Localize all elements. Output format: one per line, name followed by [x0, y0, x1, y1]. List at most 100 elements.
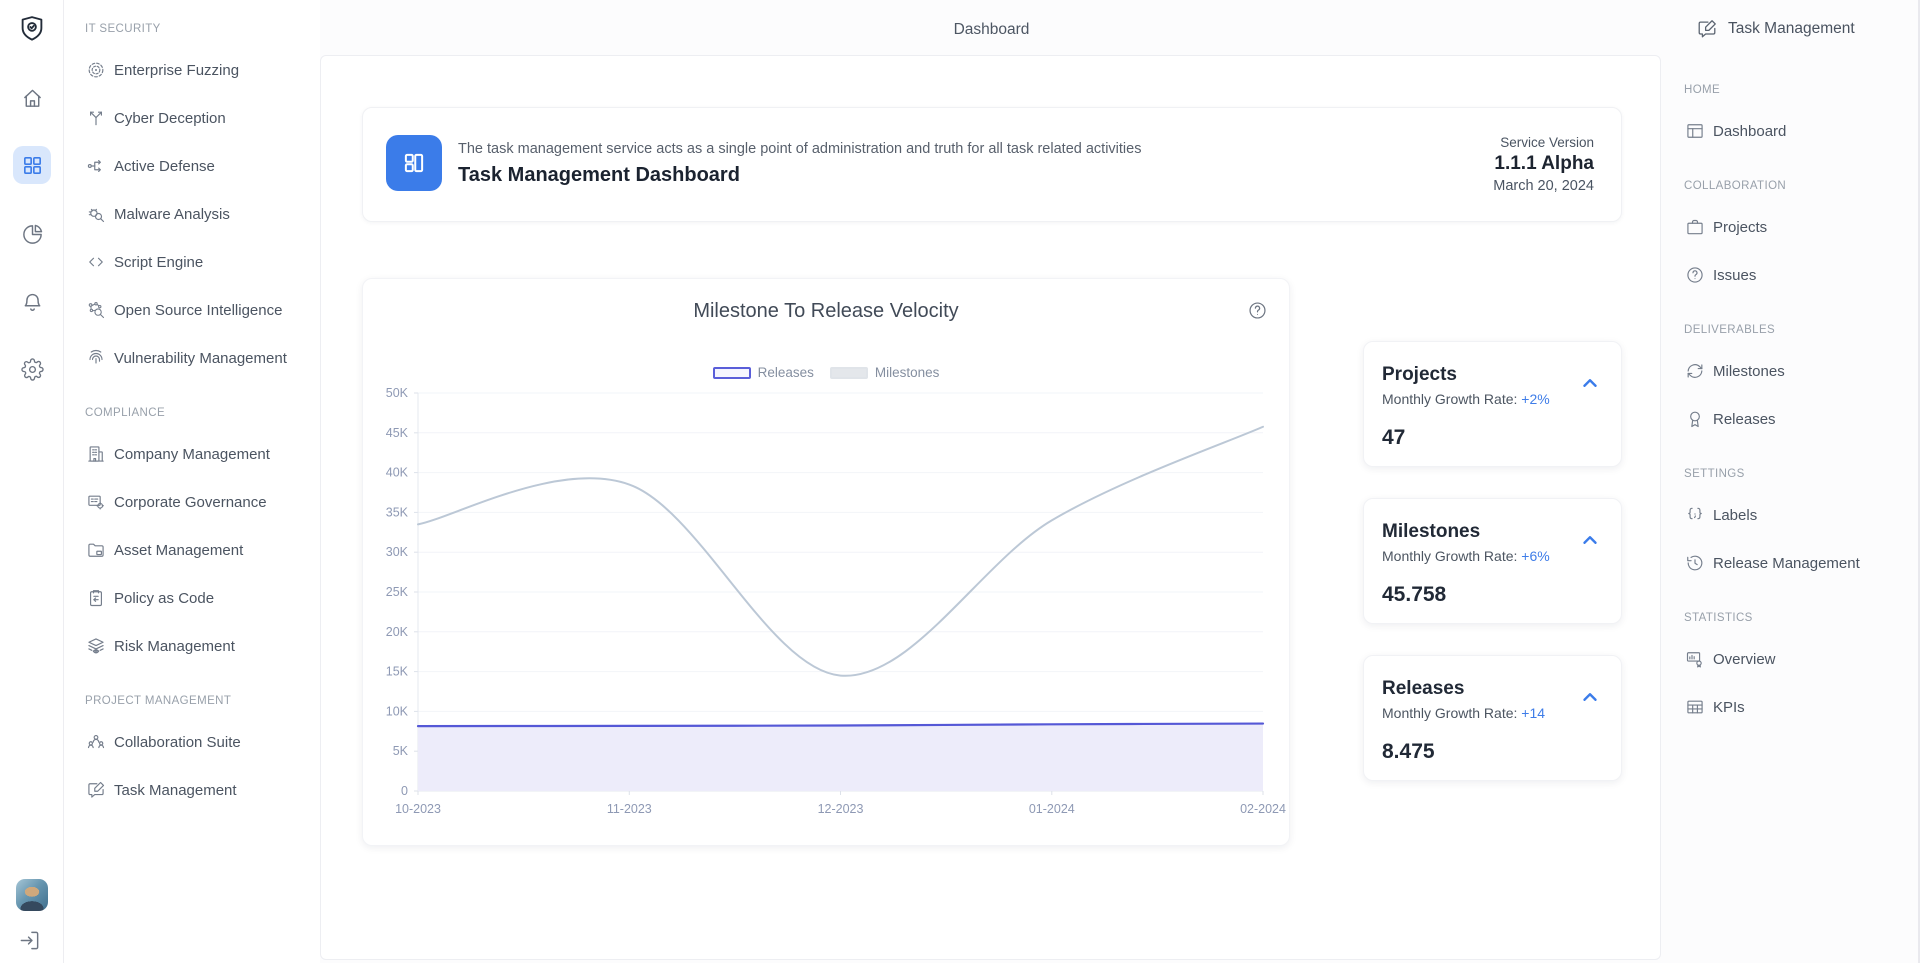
sidebar-item-collaboration-suite[interactable]: Collaboration Suite — [64, 718, 320, 766]
sidebar-section: PROJECT MANAGEMENTCollaboration SuiteTas… — [64, 693, 320, 814]
rightbar-item-milestones[interactable]: Milestones — [1663, 347, 1920, 395]
award-icon — [1685, 409, 1705, 429]
stat-growth-line: Monthly Growth Rate: +2% — [1382, 391, 1550, 407]
rightbar-section-header: COLLABORATION — [1663, 178, 1920, 194]
user-avatar[interactable] — [16, 879, 48, 911]
chevron-up-icon[interactable] — [1579, 686, 1601, 708]
rightbar-item-label: Dashboard — [1713, 123, 1786, 140]
icon-rail — [0, 0, 64, 963]
rightbar-item-label: KPIs — [1713, 699, 1745, 716]
rightbar-item-issues[interactable]: Issues — [1663, 251, 1920, 299]
rail-item-settings[interactable] — [13, 350, 51, 388]
home-icon — [21, 87, 44, 110]
sidebar-item-risk-management[interactable]: Risk Management — [64, 622, 320, 670]
stat-cards: ProjectsMonthly Growth Rate: +2%47Milest… — [1363, 341, 1622, 781]
stat-growth-value: +14 — [1521, 705, 1545, 721]
sidebar-item-label: Risk Management — [114, 638, 235, 655]
rightbar-section-header: HOME — [1663, 82, 1920, 98]
service-version-date: March 20, 2024 — [1493, 176, 1594, 196]
stat-growth-label: Monthly Growth Rate: — [1382, 391, 1517, 407]
svg-text:02-2024: 02-2024 — [1240, 802, 1286, 816]
rail-item-home[interactable] — [13, 79, 51, 117]
svg-text:50K: 50K — [386, 386, 409, 400]
chevron-up-icon[interactable] — [1579, 529, 1601, 551]
bell-icon — [21, 291, 44, 314]
rightbar-item-label: Projects — [1713, 219, 1767, 236]
layers-eye-icon — [86, 636, 106, 656]
rightbar-item-overview[interactable]: Overview — [1663, 635, 1920, 683]
code-icon — [86, 252, 106, 272]
pie-chart-icon — [21, 223, 44, 246]
rightbar-item-label: Release Management — [1713, 555, 1860, 572]
table-icon — [1685, 697, 1705, 717]
help-circle-icon — [1685, 265, 1705, 285]
people-group-icon — [86, 732, 106, 752]
history-icon — [1685, 553, 1705, 573]
rightbar-item-label: Releases — [1713, 411, 1776, 428]
rightbar-item-releases[interactable]: Releases — [1663, 395, 1920, 443]
message-edit-icon — [86, 780, 106, 800]
rightbar-section: SETTINGSLabelsRelease Management — [1663, 466, 1920, 587]
sidebar-item-corporate-governance[interactable]: Corporate Governance — [64, 478, 320, 526]
sidebar-item-enterprise-fuzzing[interactable]: Enterprise Fuzzing — [64, 46, 320, 94]
sidebar-item-label: Asset Management — [114, 542, 243, 559]
sidebar-section: COMPLIANCECompany ManagementCorporate Go… — [64, 405, 320, 670]
grid-icon — [21, 154, 44, 177]
fingerprint-icon — [86, 348, 106, 368]
rightbar-item-labels[interactable]: Labels — [1663, 491, 1920, 539]
svg-text:45K: 45K — [386, 426, 409, 440]
stat-growth-value: +2% — [1521, 391, 1549, 407]
main-content: Dashboard The task management service ac… — [320, 0, 1663, 963]
split-branch-icon — [86, 108, 106, 128]
sidebar-item-asset-management[interactable]: Asset Management — [64, 526, 320, 574]
stat-growth-label: Monthly Growth Rate: — [1382, 548, 1517, 564]
rightbar-section: HOME Dashboard — [1663, 82, 1920, 155]
svg-text:5K: 5K — [393, 744, 409, 758]
svg-text:15K: 15K — [386, 665, 409, 679]
svg-text:12-2023: 12-2023 — [818, 802, 864, 816]
sidebar-item-malware-analysis[interactable]: Malware Analysis — [64, 190, 320, 238]
gear-icon — [21, 358, 44, 381]
sidebar-item-active-defense[interactable]: Active Defense — [64, 142, 320, 190]
app-logo[interactable] — [17, 14, 47, 44]
presentation-chart-icon — [1685, 649, 1705, 669]
logout-icon[interactable] — [18, 929, 41, 952]
sidebar-item-policy-as-code[interactable]: Policy as Code — [64, 574, 320, 622]
award-icon — [1685, 409, 1705, 429]
flow-arrows-icon — [86, 156, 106, 176]
rail-item-analytics[interactable] — [13, 215, 51, 253]
service-version-label: Service Version — [1493, 134, 1594, 152]
rightbar-item-dashboard[interactable]: Dashboard — [1663, 107, 1920, 155]
rail-item-apps[interactable] — [13, 146, 51, 184]
people-group-icon — [86, 732, 106, 752]
building-icon — [86, 444, 106, 464]
chevron-up-icon[interactable] — [1579, 372, 1601, 394]
sidebar-item-label: Script Engine — [114, 254, 203, 271]
sidebar-section-header: IT SECURITY — [64, 21, 320, 37]
right-nav: HOME Dashboard COLLABORATION Projects Issues… — [1663, 0, 1920, 731]
building-icon — [86, 444, 106, 464]
rightbar-section: DELIVERABLES Milestones Releases — [1663, 322, 1920, 443]
sidebar-item-script-engine[interactable]: Script Engine — [64, 238, 320, 286]
clipboard-arrow-icon — [86, 588, 106, 608]
rail-item-notifications[interactable] — [13, 283, 51, 321]
layout-tiles-icon — [399, 148, 429, 178]
rightbar-item-release-management[interactable]: Release Management — [1663, 539, 1920, 587]
presentation-chart-icon — [1685, 649, 1705, 669]
target-dashed-icon — [86, 60, 106, 80]
sidebar-item-cyber-deception[interactable]: Cyber Deception — [64, 94, 320, 142]
fingerprint-icon — [86, 348, 106, 368]
clipboard-arrow-icon — [86, 588, 106, 608]
rightbar-item-label: Overview — [1713, 651, 1776, 668]
rightbar-item-projects[interactable]: Projects — [1663, 203, 1920, 251]
sidebar-item-open-source-intelligence[interactable]: Open Source Intelligence — [64, 286, 320, 334]
sidebar-item-company-management[interactable]: Company Management — [64, 430, 320, 478]
service-version-block: Service Version 1.1.1 Alpha March 20, 20… — [1493, 134, 1594, 196]
sidebar-item-vulnerability-management[interactable]: Vulnerability Management — [64, 334, 320, 382]
rightbar-item-kpis[interactable]: KPIs — [1663, 683, 1920, 731]
rightbar-section-header: DELIVERABLES — [1663, 322, 1920, 338]
sidebar-item-label: Corporate Governance — [114, 494, 267, 511]
layout-tiles-icon — [399, 148, 429, 178]
svg-text:0: 0 — [401, 784, 408, 798]
sidebar-item-task-management[interactable]: Task Management — [64, 766, 320, 814]
